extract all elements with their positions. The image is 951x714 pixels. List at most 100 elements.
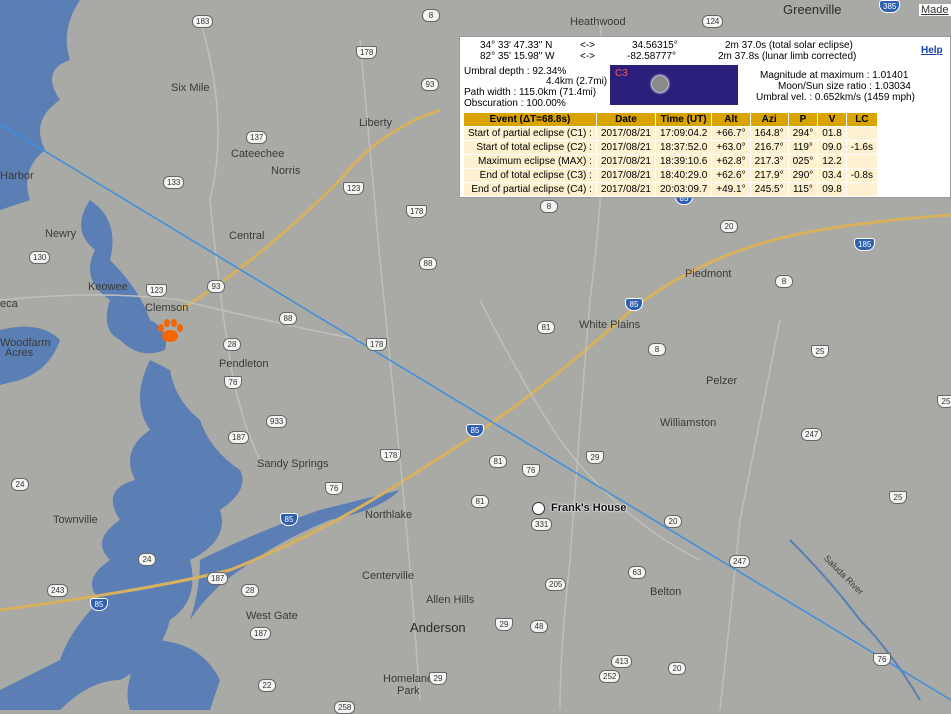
table-cell: 164.8° <box>749 126 789 141</box>
town-label: Keowee <box>88 281 128 293</box>
route-shield: 88 <box>419 257 437 270</box>
table-cell: 216.7° <box>749 140 789 155</box>
location-marker-icon[interactable] <box>532 502 545 515</box>
route-shield: 76 <box>522 464 540 477</box>
latitude-decimal: 34.56315° <box>632 40 678 51</box>
town-label: Piedmont <box>685 268 732 280</box>
table-row: End of partial eclipse (C4) :2017/08/21 2… <box>463 182 879 197</box>
table-row: Start of total eclipse (C2) :2017/08/21 1… <box>463 140 879 155</box>
eclipse-info-panel: 34° 33' 47.33" N <-> 34.56315° 2m 37.0s … <box>459 36 951 198</box>
town-label: Norris <box>271 165 301 177</box>
route-shield: 258 <box>334 701 356 714</box>
route-shield: 933 <box>266 415 288 428</box>
table-cell: 2017/08/21 <box>595 154 657 169</box>
route-shield: 243 <box>47 584 69 597</box>
table-row: End of total eclipse (C3) :2017/08/21 18:… <box>463 168 879 183</box>
table-cell: +66.7° <box>711 126 751 141</box>
town-label: Cateechee <box>231 148 285 160</box>
umbral-velocity: Umbral vel. : 0.652km/s (1459 mph) <box>756 92 915 103</box>
clemson-paw-icon <box>158 319 183 342</box>
help-link[interactable]: Help <box>921 45 943 56</box>
route-shield: 133 <box>163 176 185 189</box>
route-shield: 88 <box>279 312 297 325</box>
table-cell: +62.6° <box>711 168 751 183</box>
route-shield: 123 <box>343 182 365 195</box>
route-shield: 8 <box>775 275 793 288</box>
town-label: Six Mile <box>171 82 210 94</box>
route-shield: 247 <box>801 428 823 441</box>
size-ratio: Moon/Sun size ratio : 1.03034 <box>778 81 911 92</box>
town-label: Clemson <box>145 302 189 314</box>
umbral-depth-distance: 4.4km (2.7mi) <box>546 76 608 87</box>
table-cell: 12.2 <box>817 154 847 169</box>
route-shield: 247 <box>729 555 751 568</box>
table-cell: 119° <box>787 140 819 155</box>
latitude-arrow: <-> <box>580 40 596 51</box>
route-shield: 29 <box>495 618 513 631</box>
town-label: Greenville <box>783 2 842 17</box>
route-shield: 29 <box>586 451 604 464</box>
route-shield: 331 <box>531 518 553 531</box>
route-shield: 183 <box>192 15 214 28</box>
route-shield: 76 <box>873 653 891 666</box>
route-shield: 413 <box>611 655 633 668</box>
table-cell: End of total eclipse (C3) : <box>463 168 597 183</box>
route-shield: 130 <box>29 251 51 264</box>
table-body: Start of partial eclipse (C1) :2017/08/2… <box>463 126 879 197</box>
route-shield: 81 <box>471 495 489 508</box>
route-shield: 29 <box>429 672 447 685</box>
longitude-arrow: <-> <box>580 51 596 62</box>
route-shield: 48 <box>530 620 548 633</box>
table-cell: 2017/08/21 <box>595 126 657 141</box>
path-width: Path width : 115.0km (71.4mi) <box>464 87 597 98</box>
town-label: Homeland <box>383 673 434 685</box>
moon-disc-icon <box>652 76 668 92</box>
route-shield: 20 <box>720 220 738 233</box>
table-cell: End of partial eclipse (C4) : <box>463 182 597 197</box>
column-header: Event (ΔT=68.8s) <box>463 112 597 127</box>
longitude-decimal: -82.58777° <box>627 51 677 62</box>
column-header: Time (UT) <box>654 112 713 127</box>
obscuration: Obscuration : 100.00% <box>464 98 566 109</box>
route-shield: 20 <box>664 515 682 528</box>
column-header: LC <box>845 112 879 127</box>
route-shield: 187 <box>250 627 272 640</box>
route-shield: 93 <box>421 78 439 91</box>
total-duration: 2m 37.0s (total solar eclipse) <box>725 40 853 51</box>
route-shield: 205 <box>545 578 567 591</box>
route-shield: 187 <box>207 572 229 585</box>
table-cell: 18:37:52.0 <box>654 140 713 155</box>
town-label: Sandy Springs <box>257 458 329 470</box>
made-link[interactable]: Made <box>919 4 951 16</box>
route-shield: 76 <box>224 376 242 389</box>
table-cell: 01.8 <box>817 126 847 141</box>
town-label: Williamston <box>660 417 717 429</box>
column-header: Azi <box>749 112 789 127</box>
table-cell: Start of total eclipse (C2) : <box>463 140 597 155</box>
route-shield: 25 <box>889 491 907 504</box>
table-cell: 18:39:10.6 <box>654 154 713 169</box>
table-cell: 217.3° <box>749 154 789 169</box>
town-label: Belton <box>650 586 682 598</box>
table-cell: 17:09:04.2 <box>654 126 713 141</box>
table-cell: 245.5° <box>749 182 789 197</box>
table-cell: +62.8° <box>711 154 751 169</box>
route-shield: 252 <box>599 670 621 683</box>
table-header-row: Event (ΔT=68.8s) Date Time (UT) Alt Azi P V LC <box>463 112 879 127</box>
c3-label: C3 <box>615 68 628 79</box>
table-cell: 294° <box>787 126 819 141</box>
route-shield: 20 <box>668 662 686 675</box>
marker-label: Frank's House <box>551 502 627 514</box>
table-cell: 115° <box>787 182 819 197</box>
table-cell: 217.9° <box>749 168 789 183</box>
route-shield: 187 <box>228 431 250 444</box>
route-shield: 178 <box>366 338 388 351</box>
eclipse-events-table: Event (ΔT=68.8s) Date Time (UT) Alt Azi P V LC … <box>463 112 879 197</box>
route-shield: 178 <box>356 46 378 59</box>
table-cell: 09.8 <box>817 182 847 197</box>
route-shield: 76 <box>325 482 343 495</box>
table-cell: 18:40:29.0 <box>654 168 713 183</box>
route-shield: 178 <box>406 205 428 218</box>
route-shield: 28 <box>223 338 241 351</box>
town-label: Anderson <box>410 620 466 635</box>
